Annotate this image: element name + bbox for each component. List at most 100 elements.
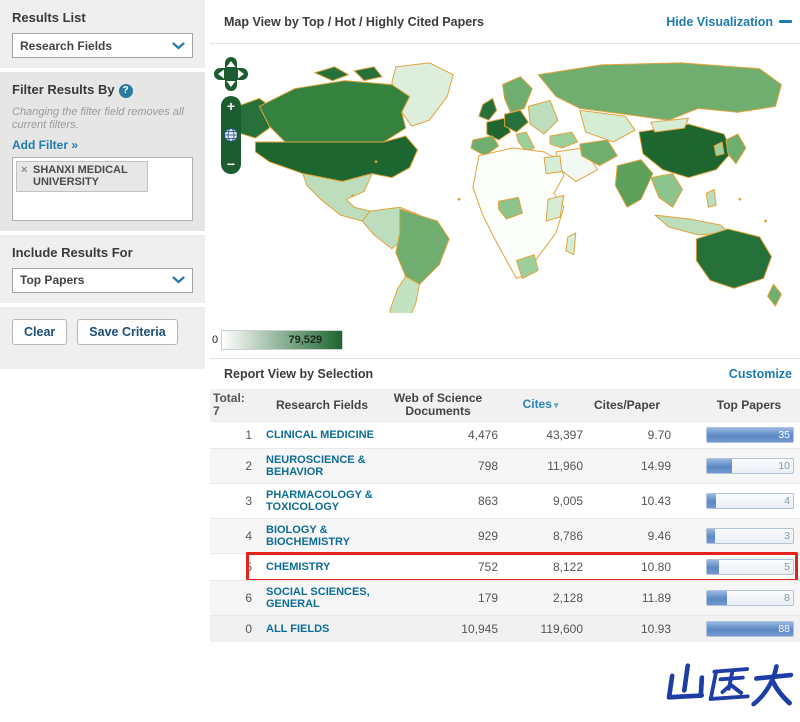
zoom-in-button[interactable]: + xyxy=(227,99,235,113)
map-region-australia[interactable] xyxy=(695,228,772,289)
row-cites-per-paper: 14.99 xyxy=(640,459,671,473)
map-region-eastern-europe[interactable] xyxy=(527,99,559,135)
include-results-dropdown[interactable]: Top Papers xyxy=(12,267,193,293)
map-region-philippines[interactable] xyxy=(705,188,717,208)
row-cites: 9,005 xyxy=(552,494,583,508)
zoom-out-button[interactable]: − xyxy=(227,157,235,171)
column-header-cites[interactable]: Cites ▾ xyxy=(498,398,583,412)
world-map xyxy=(231,62,782,313)
results-list-section: Results List Research Fields xyxy=(0,0,205,68)
legend-min-label: 0 xyxy=(212,334,219,346)
research-field-link[interactable]: ALL FIELDS xyxy=(266,623,378,635)
row-cites-per-paper: 10.80 xyxy=(640,560,671,574)
row-rank: 1 xyxy=(245,428,252,442)
save-criteria-button[interactable]: Save Criteria xyxy=(77,318,178,345)
report-view-title: Report View by Selection xyxy=(224,367,374,381)
row-cites-per-paper: 10.93 xyxy=(640,622,671,636)
results-list-dropdown[interactable]: Research Fields xyxy=(12,33,193,58)
filter-heading: Filter Results By? xyxy=(12,82,193,98)
include-results-heading: Include Results For xyxy=(12,244,133,260)
map-region-india[interactable] xyxy=(614,159,654,208)
map-region-arctic-islands[interactable] xyxy=(314,66,383,82)
filter-section: Filter Results By? Changing the filter f… xyxy=(0,72,205,231)
map-region-madagascar[interactable] xyxy=(565,232,577,256)
row-cites: 2,128 xyxy=(552,591,583,605)
row-rank: 3 xyxy=(245,494,252,508)
map-region-usa[interactable] xyxy=(254,135,419,182)
map-region-scandinavia[interactable] xyxy=(502,76,533,113)
map-region-brazil[interactable] xyxy=(395,208,450,285)
map-region-japan[interactable] xyxy=(725,133,747,165)
column-header-documents: Web of Science Documents xyxy=(393,391,483,418)
clear-button[interactable]: Clear xyxy=(12,318,68,345)
legend-max-label: 79,529 xyxy=(288,334,323,346)
row-cites-per-paper: 10.43 xyxy=(640,494,671,508)
customize-link[interactable]: Customize xyxy=(729,367,792,381)
top-papers-value: 4 xyxy=(784,495,790,507)
column-header-top-papers: Top Papers xyxy=(716,398,782,412)
map-region-russia[interactable] xyxy=(537,62,782,121)
results-table: Total: 7 Research Fields Web of Science … xyxy=(210,389,800,642)
research-field-link[interactable]: SOCIAL SCIENCES, GENERAL xyxy=(266,586,378,610)
row-rank: 0 xyxy=(245,622,252,636)
row-documents: 798 xyxy=(477,459,498,473)
legend-gradient: 79,529 xyxy=(221,330,344,350)
help-icon[interactable]: ? xyxy=(118,83,133,98)
hide-visualization-link[interactable]: Hide Visualization xyxy=(666,15,792,29)
row-rank: 5 xyxy=(245,560,252,574)
add-filter-link[interactable]: Add Filter » xyxy=(12,138,78,152)
row-documents: 4,476 xyxy=(467,428,498,442)
research-field-link[interactable]: PHARMACOLOGY & TOXICOLOGY xyxy=(266,489,378,513)
top-papers-bar: 35 xyxy=(706,427,794,443)
top-papers-value: 88 xyxy=(778,623,790,635)
top-papers-bar: 88 xyxy=(706,621,794,637)
row-documents: 10,945 xyxy=(461,622,498,636)
map-view-header: Map View by Top / Hot / Highly Cited Pap… xyxy=(210,0,800,44)
globe-icon[interactable] xyxy=(223,127,239,143)
map-region-turkey[interactable] xyxy=(549,131,579,149)
map-area: + − xyxy=(210,45,800,327)
top-papers-bar: 3 xyxy=(706,528,794,544)
map-region-uk[interactable] xyxy=(478,97,498,121)
row-cites: 8,786 xyxy=(552,529,583,543)
research-field-link[interactable]: NEUROSCIENCE & BEHAVIOR xyxy=(266,454,378,478)
map-region-mexico[interactable] xyxy=(302,173,373,222)
top-papers-bar-fill xyxy=(707,529,715,543)
sort-desc-icon: ▾ xyxy=(553,400,559,410)
remove-filter-icon[interactable]: × xyxy=(21,164,27,176)
map-legend: 0 79,529 xyxy=(212,330,344,350)
row-documents: 752 xyxy=(477,560,498,574)
map-zoom-control: + − xyxy=(221,96,241,174)
column-header-research-fields: Research Fields xyxy=(275,398,369,412)
table-rows: 1 CLINICAL MEDICINE 4,476 43,397 9.70 35… xyxy=(210,421,800,642)
top-papers-bar-fill xyxy=(707,459,732,473)
map-pan-control[interactable] xyxy=(214,57,248,91)
research-field-link[interactable]: BIOLOGY & BIOCHEMISTRY xyxy=(266,524,378,548)
top-papers-bar-fill xyxy=(707,494,717,508)
top-papers-value: 10 xyxy=(778,460,790,472)
row-cites-per-paper: 9.46 xyxy=(647,529,671,543)
column-header-cites-per-paper: Cites/Paper xyxy=(593,397,661,412)
main-panel: Map View by Top / Hot / Highly Cited Pap… xyxy=(210,0,800,722)
table-header-row: Total: 7 Research Fields Web of Science … xyxy=(210,389,800,421)
research-field-link[interactable]: CHEMISTRY xyxy=(266,561,378,573)
map-region-egypt[interactable] xyxy=(543,155,563,175)
results-list-dropdown-value: Research Fields xyxy=(20,38,113,53)
include-results-section: Include Results For Top Papers xyxy=(0,234,205,303)
top-papers-bar-fill xyxy=(707,560,720,574)
map-region-se-asia[interactable] xyxy=(650,173,684,208)
filter-tag-label: SHANXI MEDICAL UNIVERSITY xyxy=(33,163,128,188)
map-region-canada[interactable] xyxy=(258,80,411,143)
top-papers-value: 3 xyxy=(784,530,790,542)
top-papers-value: 5 xyxy=(784,561,790,573)
filter-note: Changing the filter field removes all cu… xyxy=(12,105,184,131)
row-documents: 179 xyxy=(477,591,498,605)
map-region-central-asia[interactable] xyxy=(579,109,636,143)
map-region-new-zealand[interactable] xyxy=(767,283,782,307)
total-header: Total: 7 xyxy=(213,391,245,418)
table-row: 4 BIOLOGY & BIOCHEMISTRY 929 8,786 9.46 … xyxy=(210,518,800,553)
row-documents: 929 xyxy=(477,529,498,543)
research-field-link[interactable]: CLINICAL MEDICINE xyxy=(266,429,378,441)
top-papers-bar-fill xyxy=(707,591,727,605)
map-region-argentina[interactable] xyxy=(389,275,421,313)
